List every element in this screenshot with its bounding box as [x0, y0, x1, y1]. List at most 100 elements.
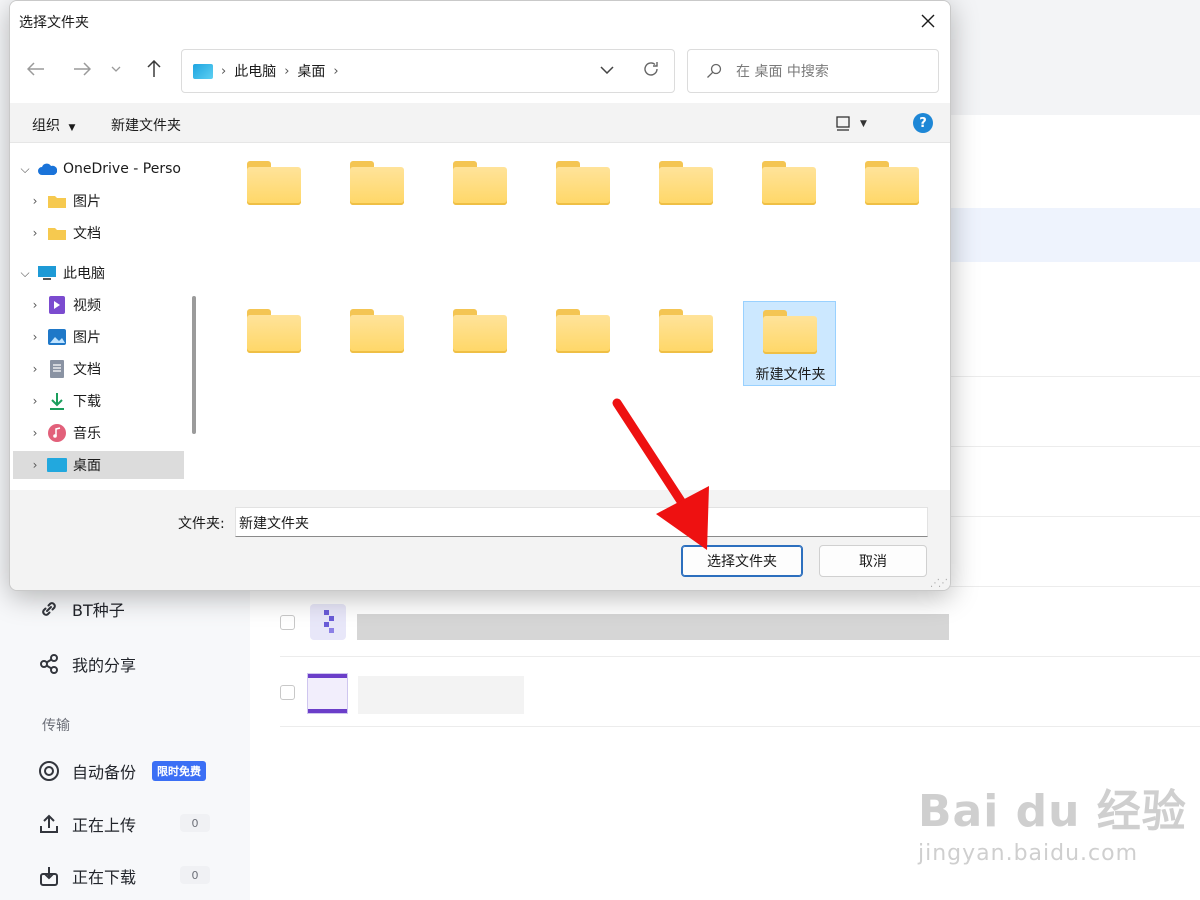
download-count-badge: 0 — [180, 866, 210, 884]
chevron-right-icon[interactable]: › — [23, 426, 47, 440]
chevron-right-icon[interactable]: › — [23, 394, 47, 408]
folder-icon — [47, 224, 67, 242]
sidebar-item-label: 自动备份 — [72, 763, 137, 782]
nav-item-label: 视频 — [73, 298, 101, 314]
chevron-right-icon[interactable]: › — [23, 458, 47, 472]
file-thumbnail — [310, 604, 346, 640]
address-history-dropdown[interactable] — [600, 62, 614, 78]
nav-scrollbar[interactable] — [192, 296, 196, 434]
help-button[interactable]: ? — [913, 113, 933, 133]
chevron-right-icon[interactable]: › — [23, 226, 47, 240]
caret-down-icon: ▼ — [860, 119, 867, 129]
watermark-main: Bai du 经验 — [918, 786, 1187, 837]
sidebar-section-title: 传输 — [42, 718, 70, 734]
chevron-right-icon[interactable]: › — [23, 194, 47, 208]
dialog-title: 选择文件夹 — [19, 15, 89, 31]
sidebar-item-backup[interactable]: 自动备份 限时免费 — [38, 759, 207, 783]
nav-item-onedrive[interactable]: ⌵ OneDrive - Perso — [13, 155, 184, 183]
select-folder-button[interactable]: 选择文件夹 — [681, 545, 803, 577]
cancel-button[interactable]: 取消 — [819, 545, 927, 577]
search-box[interactable]: 在 桌面 中搜索 — [687, 49, 939, 93]
close-icon — [921, 14, 935, 28]
chevron-down-icon[interactable]: ⌵ — [13, 162, 37, 177]
back-button[interactable] — [22, 55, 50, 83]
chevron-right-icon[interactable]: › — [23, 362, 47, 376]
row-checkbox[interactable] — [280, 615, 295, 630]
nav-item-label: 文档 — [73, 362, 101, 378]
arrow-left-icon — [27, 62, 44, 76]
dialog-toolbar: 组织 ▼ 新建文件夹 ▼ ? — [10, 103, 950, 143]
nav-item-pictures[interactable]: › 图片 — [13, 323, 184, 351]
folder-item[interactable] — [865, 161, 921, 205]
sidebar-item-label: 我的分享 — [72, 656, 137, 675]
nav-item-documents[interactable]: › 文档 — [13, 355, 184, 383]
dialog-titlebar: 选择文件夹 — [10, 1, 950, 41]
folder-item[interactable] — [762, 161, 818, 205]
folder-item[interactable] — [659, 309, 715, 353]
organize-menu[interactable]: 组织 ▼ — [32, 115, 75, 135]
selected-folder-label: 新建文件夹 — [755, 367, 826, 383]
folder-item[interactable] — [556, 309, 612, 353]
row-divider — [280, 656, 1200, 657]
nav-item-label: 桌面 — [73, 458, 101, 474]
resize-grip[interactable]: ⋰⋰ — [930, 578, 948, 589]
close-button[interactable] — [914, 7, 942, 35]
nav-item-this-pc[interactable]: ⌵ 此电脑 — [13, 259, 184, 287]
nav-item-onedrive-documents[interactable]: › 文档 — [13, 219, 184, 247]
arrow-right-icon — [74, 62, 91, 76]
folder-item[interactable] — [453, 309, 509, 353]
folder-item[interactable] — [350, 309, 406, 353]
organize-label: 组织 — [32, 118, 60, 134]
nav-item-label: OneDrive - Perso — [63, 161, 181, 177]
nav-item-label: 文档 — [73, 226, 101, 242]
caret-down-icon: ▼ — [68, 123, 76, 133]
breadcrumb-desktop[interactable]: 桌面 — [297, 61, 325, 81]
folder-icon — [763, 310, 819, 354]
chevron-right-icon[interactable]: › — [333, 64, 338, 79]
backup-icon — [38, 760, 60, 782]
link-icon — [38, 598, 60, 620]
folder-item[interactable] — [247, 161, 303, 205]
desktop-icon — [193, 63, 213, 79]
recent-locations-button[interactable] — [106, 55, 126, 83]
chevron-right-icon[interactable]: › — [23, 330, 47, 344]
select-folder-dialog: 选择文件夹 › 此电脑 › 桌面 › 在 桌面 中搜索 组织 ▼ 新建文件夹 ▼… — [9, 0, 951, 591]
chevron-down-icon — [600, 66, 614, 75]
folder-name-input[interactable]: 新建文件夹 — [235, 507, 928, 537]
sidebar-item-bt[interactable]: BT种子 — [38, 597, 125, 621]
chevron-right-icon[interactable]: › — [23, 298, 47, 312]
desktop-icon — [47, 456, 67, 474]
breadcrumb-this-pc[interactable]: 此电脑 — [234, 61, 276, 81]
forward-button[interactable] — [68, 55, 96, 83]
arrow-up-icon — [147, 60, 161, 77]
music-icon — [47, 424, 67, 442]
sidebar-item-downloading[interactable]: 正在下载 — [38, 864, 136, 888]
navigation-pane: ⌵ OneDrive - Perso › 图片 › 文档 ⌵ 此电脑 › 视频 … — [10, 143, 205, 490]
row-checkbox[interactable] — [280, 685, 295, 700]
sidebar-item-label: 正在上传 — [72, 816, 137, 835]
nav-item-desktop[interactable]: › 桌面 — [13, 451, 184, 479]
search-icon — [706, 63, 722, 79]
folder-item[interactable] — [659, 161, 715, 205]
pictures-icon — [47, 328, 67, 346]
row-divider — [280, 726, 1200, 727]
address-bar[interactable]: › 此电脑 › 桌面 › — [181, 49, 675, 93]
document-icon — [47, 360, 67, 378]
folder-item[interactable] — [556, 161, 612, 205]
up-button[interactable] — [140, 55, 168, 83]
sidebar-item-share[interactable]: 我的分享 — [38, 652, 136, 676]
nav-item-music[interactable]: › 音乐 — [13, 419, 184, 447]
nav-item-onedrive-pictures[interactable]: › 图片 — [13, 187, 184, 215]
chevron-down-icon[interactable]: ⌵ — [13, 266, 37, 281]
folder-item[interactable] — [247, 309, 303, 353]
view-options-button[interactable]: ▼ — [836, 113, 880, 135]
sidebar-item-label: BT种子 — [72, 601, 125, 620]
refresh-button[interactable] — [642, 60, 660, 83]
nav-item-videos[interactable]: › 视频 — [13, 291, 184, 319]
folder-item[interactable] — [453, 161, 509, 205]
onedrive-icon — [37, 160, 57, 178]
folder-item[interactable] — [350, 161, 406, 205]
selected-folder-item[interactable]: 新建文件夹 — [743, 301, 836, 386]
new-folder-button[interactable]: 新建文件夹 — [111, 115, 181, 135]
nav-item-downloads[interactable]: › 下载 — [13, 387, 184, 415]
